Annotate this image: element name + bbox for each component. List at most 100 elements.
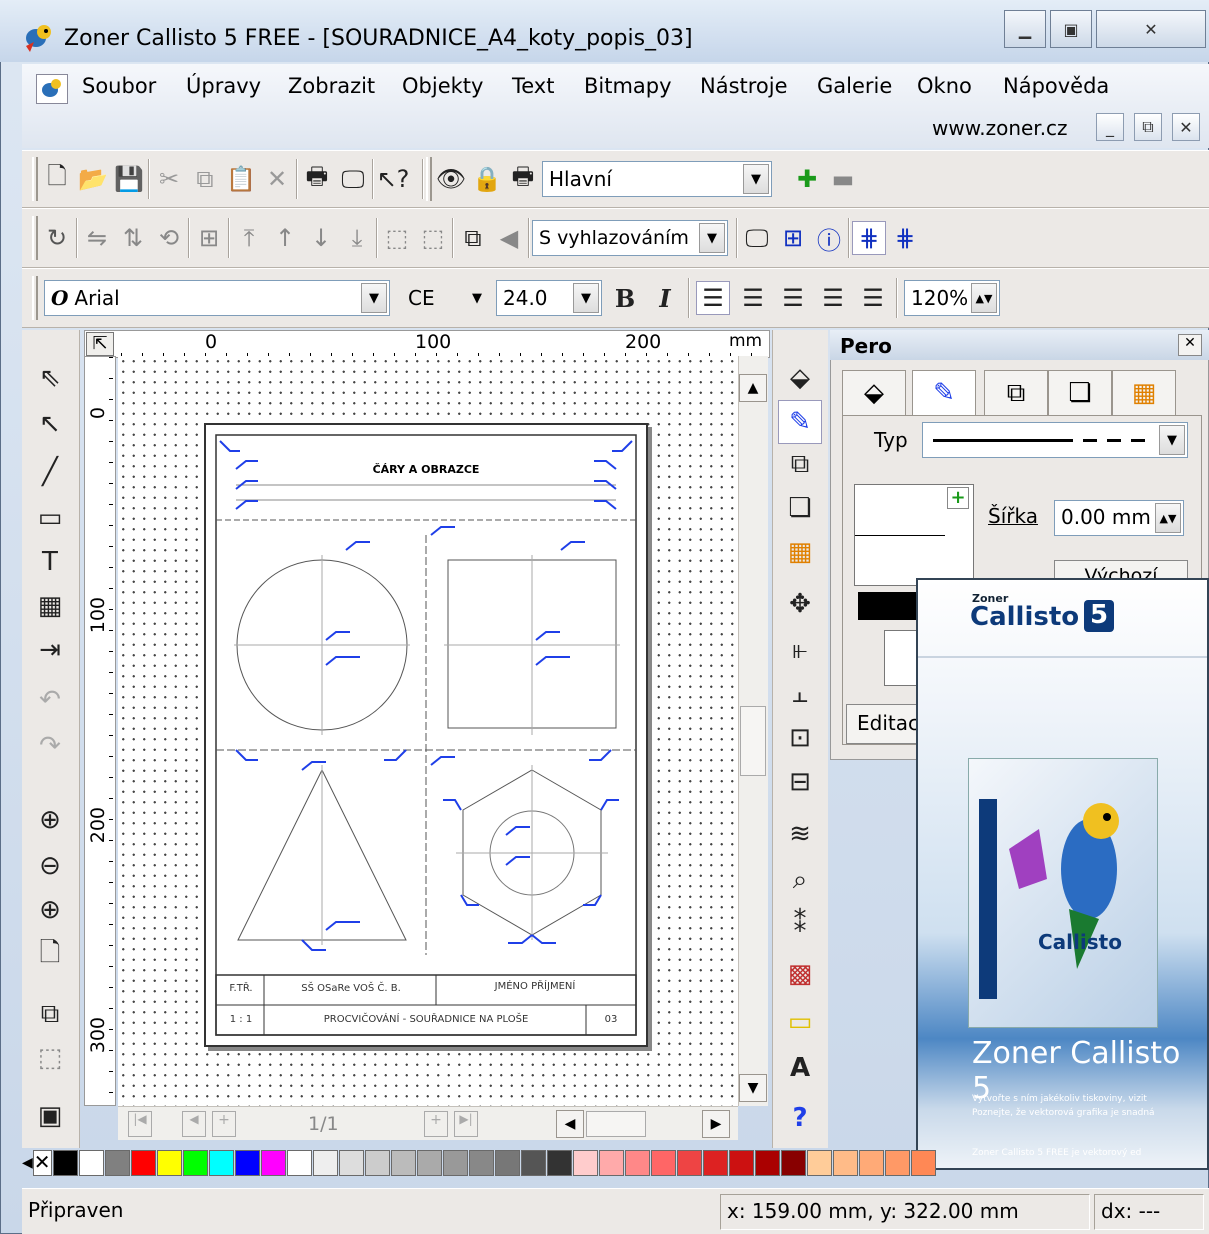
color-swatch-22[interactable] (624, 1150, 650, 1176)
render-mode-select[interactable]: S vyhlazováním ▼ (532, 220, 728, 256)
toolbar-grip-3[interactable] (32, 216, 38, 260)
line-spacing-stepper[interactable]: 120% ▲▼ (904, 280, 1000, 316)
font-icon[interactable]: A (778, 1046, 822, 1090)
open-folder-icon[interactable]: 📂 (76, 162, 110, 196)
color-swatch-20[interactable] (572, 1150, 598, 1176)
drawing-sheet[interactable]: ČÁRY A OBRAZCE F.TŘ. SŠ OSaRe VOŠ Č. B. … (204, 423, 648, 1047)
ungroup-icon[interactable]: ⬚ (416, 221, 450, 255)
grid-icon[interactable]: ⋕ (852, 221, 886, 255)
color-swatch-32[interactable] (884, 1150, 910, 1176)
width-stepper-arrows-icon[interactable]: ▲▼ (1155, 503, 1181, 533)
transparency-icon[interactable]: ⧉ (778, 442, 822, 486)
color-swatch-23[interactable] (650, 1150, 676, 1176)
menu-galerie[interactable]: Galerie (817, 74, 892, 98)
align-right-icon[interactable]: ☰ (776, 281, 810, 315)
mirror-h-icon[interactable]: ⇋ (80, 221, 114, 255)
color-swatch-28[interactable] (780, 1150, 806, 1176)
paste-icon[interactable]: 📋 (224, 162, 258, 196)
print-icon[interactable]: 🖶 (300, 162, 334, 196)
color-swatch-7[interactable] (234, 1150, 260, 1176)
close-button[interactable]: ✕ (1096, 10, 1206, 48)
color-palette-icon[interactable]: ▦ (778, 530, 822, 574)
first-page-icon[interactable]: |◀ (128, 1111, 152, 1137)
combine-icon[interactable]: ⊟ (778, 760, 822, 804)
to-bottom-icon[interactable]: ⤓ (340, 221, 374, 255)
lock-icon[interactable]: 🔒 (470, 162, 504, 196)
toolbar-grip-4[interactable] (32, 276, 38, 320)
rotate-icon[interactable]: ↻ (40, 221, 74, 255)
color-swatch-2[interactable] (104, 1150, 130, 1176)
chevron-down-icon[interactable]: ▼ (743, 164, 769, 194)
zoom-page-icon[interactable]: 🗋 (24, 934, 76, 978)
color-swatch-5[interactable] (182, 1150, 208, 1176)
printer-layer-icon[interactable]: 🖶 (506, 162, 540, 196)
save-icon[interactable]: 💾 (112, 162, 146, 196)
edit-button[interactable]: Editac (846, 704, 926, 744)
numbering-icon[interactable]: ⁑ (778, 902, 822, 946)
full-screen-icon[interactable]: 🖵 (740, 221, 774, 255)
info-icon[interactable]: ⓘ (812, 221, 846, 255)
mdi-restore-button[interactable]: ⧉ (1134, 113, 1162, 141)
color-swatch-4[interactable] (156, 1150, 182, 1176)
mdi-minimize-button[interactable]: _ (1096, 113, 1124, 141)
pen-panel-close-icon[interactable]: ✕ (1178, 334, 1202, 356)
zoom-out-icon[interactable]: ⊖ (24, 844, 76, 888)
last-page-icon[interactable]: ▶| (454, 1111, 478, 1137)
color-swatch-27[interactable] (754, 1150, 780, 1176)
stepper-arrows-icon[interactable]: ▲▼ (971, 283, 997, 313)
remove-node-icon[interactable]: ◀ (492, 221, 526, 255)
scroll-right-icon[interactable]: ▶ (702, 1110, 730, 1138)
align-icon[interactable]: ⫦ (778, 628, 822, 672)
zoom-all-icon[interactable]: ⬚ (24, 1036, 76, 1080)
font-size-select[interactable]: 24.0 ▼ (496, 280, 602, 316)
cut-icon[interactable]: ✂ (152, 162, 186, 196)
menu-nastroje[interactable]: Nástroje (700, 74, 788, 98)
chevron-down-icon-5[interactable]: ▼ (573, 283, 599, 313)
color-swatch-12[interactable] (364, 1150, 390, 1176)
menu-napoveda[interactable]: Nápověda (1003, 74, 1109, 98)
layer-select[interactable]: Hlavní ▼ (542, 161, 772, 197)
menu-text[interactable]: Text (512, 74, 554, 98)
document-icon[interactable] (36, 74, 68, 104)
align-center-icon[interactable]: ☰ (736, 281, 770, 315)
color-swatch-1[interactable] (78, 1150, 104, 1176)
context-help-icon[interactable]: ↖? (376, 162, 410, 196)
parrot-app-icon[interactable] (22, 22, 56, 52)
import-tool-icon[interactable]: ⇥ (24, 628, 76, 672)
color-swatch-31[interactable] (858, 1150, 884, 1176)
zoom-selection-icon[interactable]: ⧉ (24, 992, 76, 1036)
align-left-icon[interactable]: ☰ (696, 281, 730, 315)
view-mode-icon[interactable]: ▣ (24, 1094, 76, 1138)
chevron-down-icon-3[interactable]: ▼ (361, 283, 387, 313)
horizontal-scrollbar[interactable]: |◀ ◀ + 1/1 + ▶| ◀ ▶ (118, 1106, 738, 1140)
rectangle-tool-icon[interactable]: ▭ (24, 496, 76, 540)
toolbar-grip[interactable] (32, 157, 38, 201)
tab-transparency[interactable]: ⧉ (984, 370, 1048, 416)
splash-screen[interactable]: Zoner Callisto 5 Callisto Zoner Callisto… (916, 578, 1209, 1170)
maximize-button[interactable]: ▣ (1050, 10, 1092, 48)
pen-color-swatch[interactable] (858, 592, 918, 620)
color-swatch-14[interactable] (416, 1150, 442, 1176)
delete-icon[interactable]: ✕ (260, 162, 294, 196)
layers-icon[interactable]: ≋ (778, 812, 822, 856)
line-type-select[interactable]: ▼ (922, 422, 1188, 458)
up-icon[interactable]: ↑ (268, 221, 302, 255)
add-layer-icon[interactable]: ✚ (790, 162, 824, 196)
line-tool-icon[interactable]: ╱ (24, 450, 76, 494)
color-swatch-15[interactable] (442, 1150, 468, 1176)
font-select[interactable]: O Arial ▼ (44, 280, 390, 316)
move-icon[interactable]: ✥ (778, 582, 822, 626)
monitor-icon[interactable]: 🖵 (336, 162, 370, 196)
vertical-scrollbar[interactable]: ▲ ▼ (738, 356, 768, 1106)
grid-lock-icon[interactable]: ⋕ (888, 221, 922, 255)
size-icon[interactable]: ⊡ (778, 716, 822, 760)
color-swatch-24[interactable] (676, 1150, 702, 1176)
menu-soubor[interactable]: Soubor (82, 74, 156, 98)
pointer-tool-icon[interactable]: ⇖ (24, 356, 76, 400)
color-swatch-25[interactable] (702, 1150, 728, 1176)
width-stepper[interactable]: 0.00 mm ▲▼ (1054, 500, 1184, 536)
chevron-down-icon-6[interactable]: ▼ (1159, 425, 1185, 455)
insert-page-before-icon[interactable]: + (212, 1111, 236, 1137)
color-swatch-29[interactable] (806, 1150, 832, 1176)
undo-icon[interactable]: ↶ (24, 678, 76, 722)
